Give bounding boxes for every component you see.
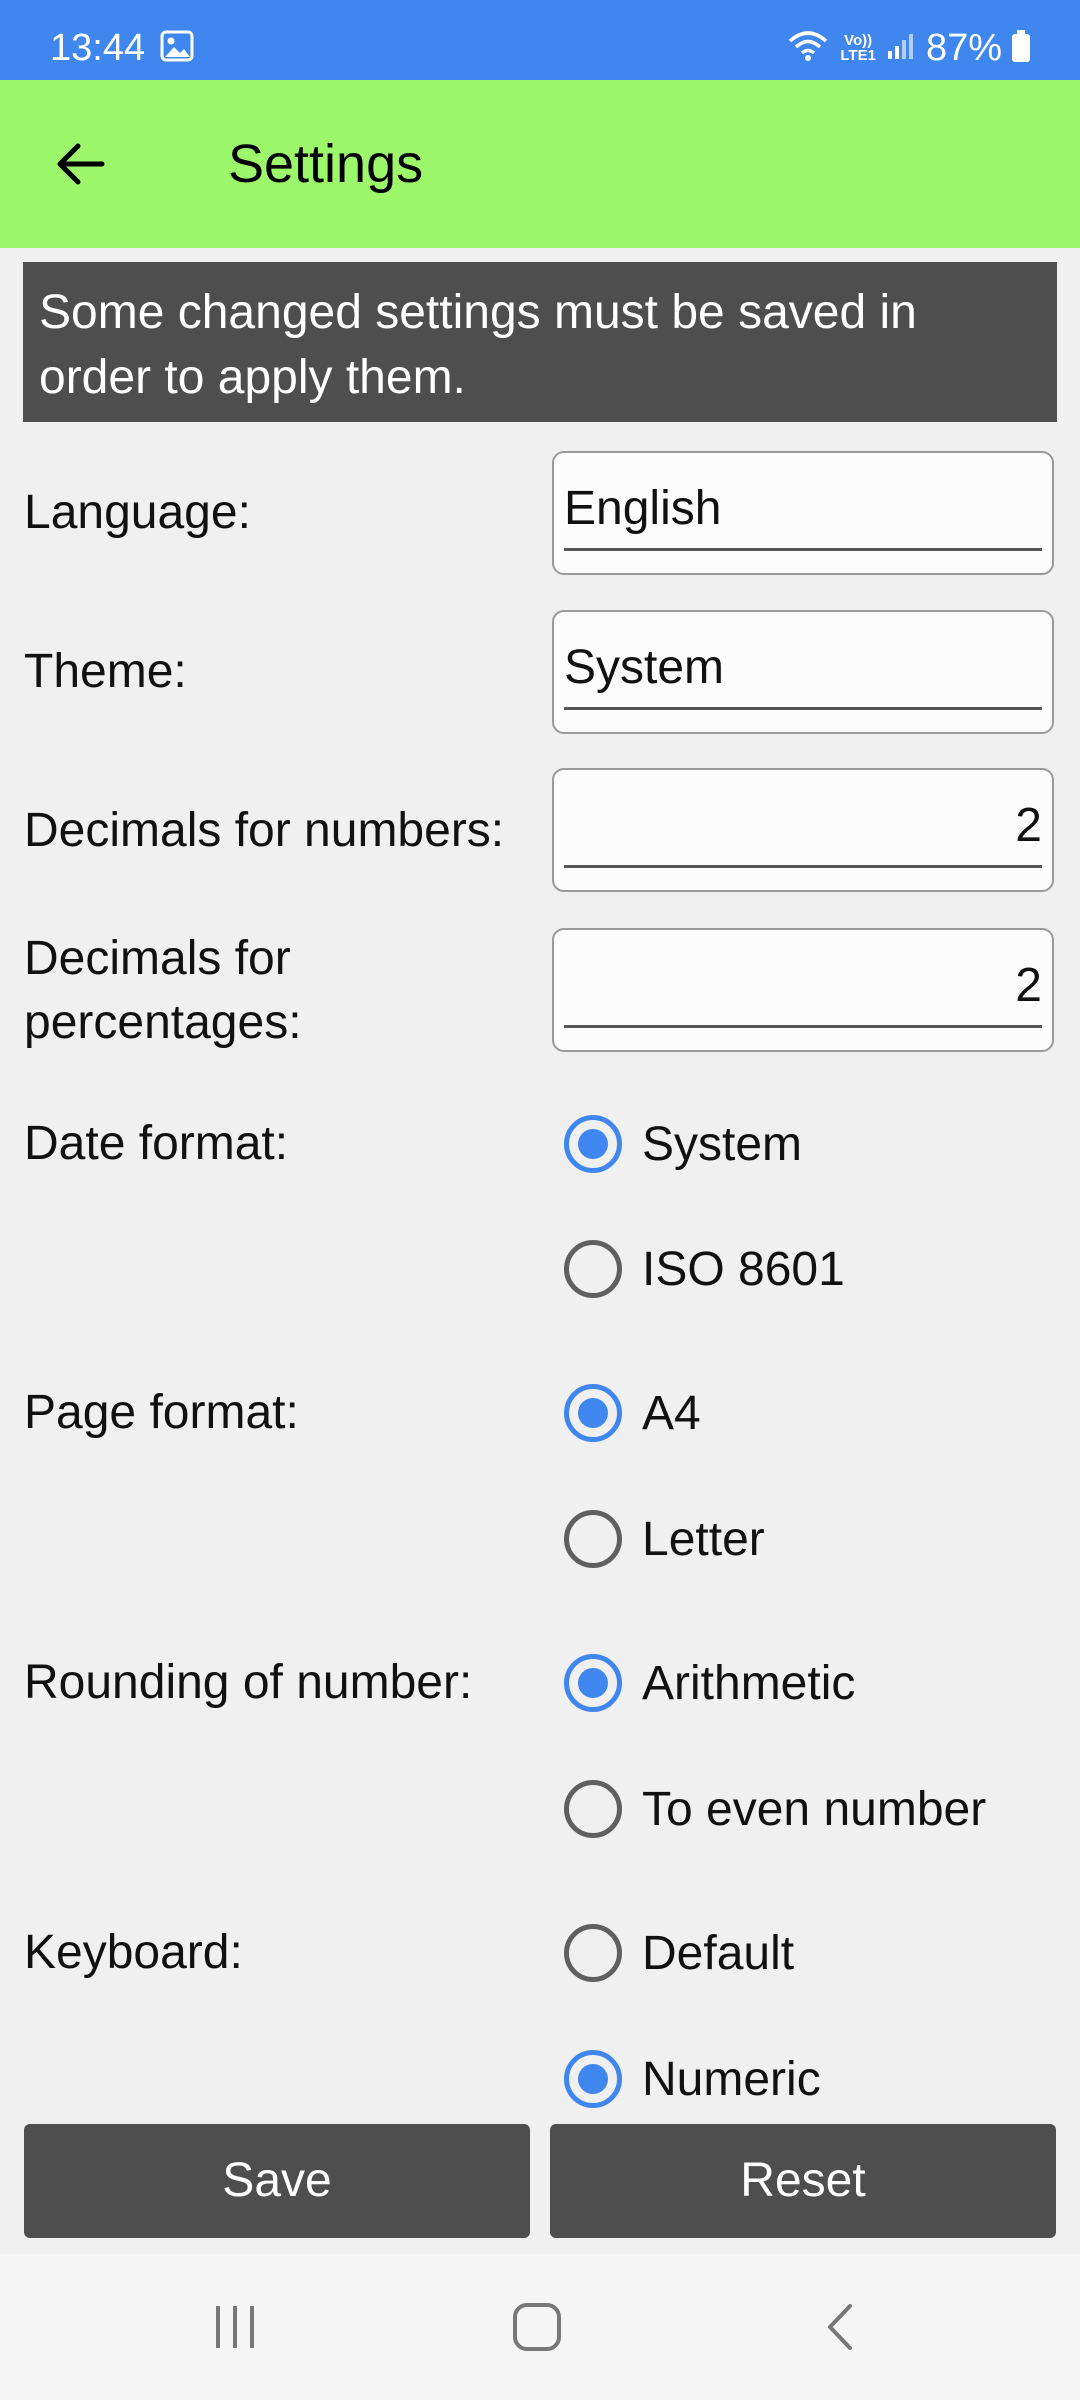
decimals-numbers-label: Decimals for numbers: [24, 804, 505, 857]
language-label: Language: [24, 486, 251, 539]
status-time: 13:44 [50, 27, 146, 69]
recent-apps-icon[interactable] [200, 2292, 270, 2362]
gallery-icon [160, 30, 194, 62]
reset-button[interactable]: Reset [550, 2124, 1056, 2238]
radio-label: Letter [642, 1512, 765, 1566]
decimals-numbers-value: 2 [1015, 799, 1042, 852]
decimals-numbers-input[interactable]: 2 [552, 768, 1054, 892]
status-right: Vo)) LTE1 87% [786, 0, 1030, 80]
field-underline [564, 1025, 1042, 1028]
arrow-left-icon [57, 143, 105, 185]
page-title: Settings [228, 134, 424, 194]
language-value: English [564, 482, 722, 535]
radio-label: ISO 8601 [642, 1242, 845, 1296]
signal-icon [886, 31, 916, 66]
wifi-icon [786, 29, 830, 68]
decimals-percentages-label: Decimals for percentages: [24, 927, 302, 1055]
keyboard-label: Keyboard: [24, 1926, 243, 1979]
back-button[interactable] [40, 124, 120, 204]
field-underline [564, 548, 1042, 551]
theme-value: System [564, 641, 725, 694]
radio-selected[interactable] [564, 1654, 622, 1712]
language-select[interactable]: English [552, 451, 1054, 575]
save-button[interactable]: Save [24, 2124, 530, 2238]
field-underline [564, 865, 1042, 868]
radio-label: A4 [642, 1386, 701, 1440]
field-underline [564, 707, 1042, 710]
theme-select[interactable]: System [552, 610, 1054, 734]
radio-label: Default [642, 1926, 795, 1980]
date-format-label: Date format: [24, 1117, 289, 1170]
rounding-label: Rounding of number: [24, 1656, 473, 1709]
radio-label: To even number [642, 1782, 987, 1836]
theme-label: Theme: [24, 645, 187, 698]
radio-selected[interactable] [564, 2050, 622, 2108]
system-nav-bar [0, 2254, 1080, 2400]
decimals-percentages-value: 2 [1015, 959, 1042, 1012]
radio-label: Numeric [642, 2052, 821, 2106]
rounding-option-arithmetic[interactable]: Arithmetic [564, 1643, 855, 1723]
keyboard-option-default[interactable]: Default [564, 1913, 794, 1993]
radio-label: Arithmetic [642, 1656, 856, 1710]
page-format-option-a4[interactable]: A4 [564, 1373, 701, 1453]
rounding-option-even[interactable]: To even number [564, 1769, 986, 1849]
volte-icon: Vo)) LTE1 [840, 33, 876, 63]
radio-unselected[interactable] [564, 1510, 622, 1568]
status-bar: 13:44 Vo)) LTE1 87% [0, 0, 1080, 80]
radio-label: System [642, 1117, 803, 1171]
volte-bottom: LTE1 [840, 47, 876, 64]
app-bar: Settings [0, 80, 1080, 248]
battery-percent: 87% [925, 26, 1002, 69]
battery-icon [1012, 30, 1030, 62]
back-icon[interactable] [805, 2292, 875, 2362]
page-format-option-letter[interactable]: Letter [564, 1499, 765, 1579]
radio-unselected[interactable] [564, 1780, 622, 1838]
volte-top: Vo)) [844, 32, 873, 49]
decimals-percentages-label-line1: Decimals for [24, 932, 291, 985]
decimals-percentages-label-line2: percentages: [24, 996, 302, 1049]
save-notice-banner: Some changed settings must be saved in o… [23, 262, 1057, 422]
date-format-option-iso[interactable]: ISO 8601 [564, 1229, 845, 1309]
radio-unselected[interactable] [564, 1240, 622, 1298]
date-format-option-system[interactable]: System [564, 1104, 802, 1184]
page-format-label: Page format: [24, 1386, 299, 1439]
keyboard-option-numeric[interactable]: Numeric [564, 2039, 821, 2119]
radio-unselected[interactable] [564, 1924, 622, 1982]
home-icon[interactable] [502, 2292, 572, 2362]
radio-selected[interactable] [564, 1384, 622, 1442]
decimals-percentages-input[interactable]: 2 [552, 928, 1054, 1052]
radio-selected[interactable] [564, 1115, 622, 1173]
